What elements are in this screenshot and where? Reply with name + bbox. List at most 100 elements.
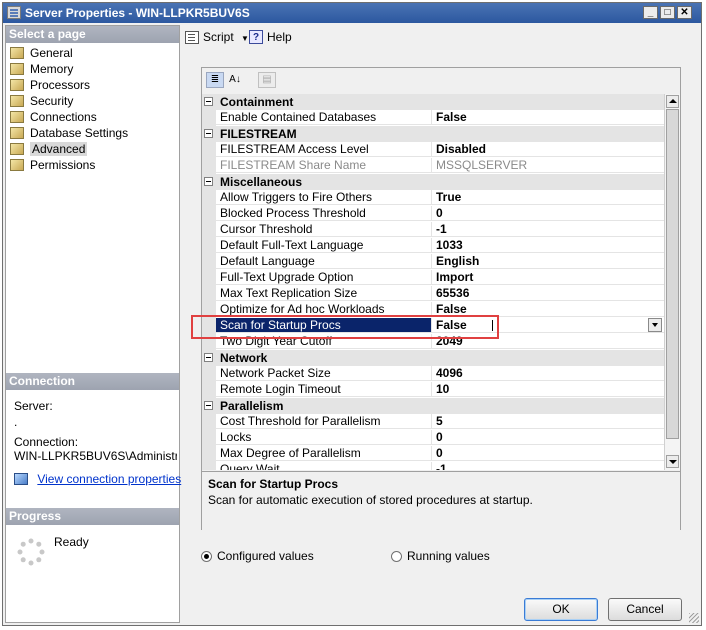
property-row[interactable]: Remote Login Timeout 10 [202, 382, 664, 398]
page-item-permissions[interactable]: Permissions [10, 157, 95, 173]
property-pages-icon[interactable]: ▤ [258, 72, 276, 88]
property-row[interactable]: Network Packet Size 4096 [202, 366, 664, 382]
property-row[interactable]: FILESTREAM Access Level Disabled [202, 142, 664, 158]
page-icon [10, 47, 24, 59]
page-icon [10, 95, 24, 107]
scroll-thumb[interactable] [666, 109, 679, 439]
progress-header: Progress [6, 508, 179, 525]
radio-unselected-icon [391, 551, 402, 562]
page-item-security[interactable]: Security [10, 93, 73, 109]
property-name: Blocked Process Threshold [216, 206, 432, 221]
minimize-button[interactable]: _ [643, 6, 658, 19]
property-value[interactable]: 5 [432, 414, 664, 429]
property-name: Cursor Threshold [216, 222, 432, 237]
property-row[interactable]: Query Wait -1 [202, 462, 664, 470]
property-row[interactable]: Max Degree of Parallelism 0 [202, 446, 664, 462]
property-name: FILESTREAM Access Level [216, 142, 432, 157]
property-value[interactable]: 0 [432, 206, 664, 221]
radio-selected-icon [201, 551, 212, 562]
alphabetical-sort-icon[interactable]: A↓ [226, 72, 244, 88]
collapse-icon[interactable] [204, 129, 213, 138]
progress-spinner-icon [17, 538, 45, 566]
collapse-icon[interactable] [204, 353, 213, 362]
property-value[interactable]: 1033 [432, 238, 664, 253]
property-value[interactable]: 0 [432, 430, 664, 445]
property-value[interactable]: Disabled [432, 142, 664, 157]
property-name: Default Full-Text Language [216, 238, 432, 253]
property-row[interactable]: Allow Triggers to Fire Others True [202, 190, 664, 206]
property-row[interactable]: Full-Text Upgrade Option Import [202, 270, 664, 286]
property-value[interactable]: 65536 [432, 286, 664, 301]
property-value[interactable]: Import [432, 270, 664, 285]
property-grid-scrollbar[interactable] [664, 94, 680, 470]
property-value[interactable]: False [432, 110, 664, 125]
chevron-down-icon: ▼ [241, 34, 249, 43]
server-value: . [14, 415, 18, 429]
property-row[interactable]: Default Language English [202, 254, 664, 270]
collapse-icon[interactable] [204, 401, 213, 410]
script-button[interactable]: Script ▼ [185, 29, 249, 45]
property-value[interactable]: 10 [432, 382, 664, 397]
dropdown-arrow-icon[interactable] [648, 318, 662, 332]
scroll-up-icon[interactable] [666, 95, 679, 108]
toolbar: Script ▼ Help [181, 25, 701, 50]
scroll-down-icon[interactable] [666, 455, 679, 468]
help-button[interactable]: Help [249, 29, 292, 46]
ok-button[interactable]: OK [524, 598, 598, 621]
title-bar[interactable]: Server Properties - WIN-LLPKR5BUV6S _ □ … [3, 3, 701, 23]
category-network[interactable]: Network [202, 350, 664, 366]
page-item-memory[interactable]: Memory [10, 61, 73, 77]
category-containment[interactable]: Containment [202, 94, 664, 110]
description-title: Scan for Startup Procs [208, 477, 339, 491]
property-row[interactable]: FILESTREAM Share Name MSSQLSERVER [202, 158, 664, 174]
property-name: Full-Text Upgrade Option [216, 270, 432, 285]
property-row[interactable]: Cursor Threshold -1 [202, 222, 664, 238]
property-value[interactable]: 0 [432, 446, 664, 461]
property-name: Max Text Replication Size [216, 286, 432, 301]
page-item-general[interactable]: General [10, 45, 73, 61]
view-connection-row: View connection properties [14, 472, 181, 486]
page-item-advanced[interactable]: Advanced [10, 141, 88, 157]
close-button[interactable]: ✕ [677, 6, 692, 19]
property-row[interactable]: Cost Threshold for Parallelism 5 [202, 414, 664, 430]
annotation-highlight-box [191, 315, 499, 339]
collapse-icon[interactable] [204, 97, 213, 106]
page-icon [10, 127, 24, 139]
page-item-database-settings[interactable]: Database Settings [10, 125, 128, 141]
property-value[interactable]: MSSQLSERVER [432, 158, 664, 173]
category-filestream[interactable]: FILESTREAM [202, 126, 664, 142]
help-icon [249, 30, 263, 46]
property-name: Cost Threshold for Parallelism [216, 414, 432, 429]
description-text: Scan for automatic execution of stored p… [208, 493, 533, 507]
category-parallelism[interactable]: Parallelism [202, 398, 664, 414]
category-miscellaneous[interactable]: Miscellaneous [202, 174, 664, 190]
cancel-button[interactable]: Cancel [608, 598, 682, 621]
maximize-button[interactable]: □ [660, 6, 675, 19]
property-row[interactable]: Locks 0 [202, 430, 664, 446]
running-values-radio[interactable]: Running values [391, 549, 490, 563]
page-item-processors[interactable]: Processors [10, 77, 90, 93]
connection-properties-icon [14, 473, 28, 485]
collapse-icon[interactable] [204, 177, 213, 186]
property-value[interactable]: True [432, 190, 664, 205]
property-value[interactable]: English [432, 254, 664, 269]
page-item-connections[interactable]: Connections [10, 109, 97, 125]
property-grid: Containment Enable Contained Databases Fal… [202, 94, 664, 470]
property-row[interactable]: Enable Contained Databases False [202, 110, 664, 126]
property-row[interactable]: Blocked Process Threshold 0 [202, 206, 664, 222]
property-name: Max Degree of Parallelism [216, 446, 432, 461]
property-name: Query Wait [216, 462, 432, 470]
property-row[interactable]: Max Text Replication Size 65536 [202, 286, 664, 302]
configured-values-radio[interactable]: Configured values [201, 549, 314, 563]
resize-grip-icon[interactable] [689, 613, 699, 623]
categorized-icon[interactable]: ≣ [206, 72, 224, 88]
property-grid-panel: ≣ A↓ ▤ Containment Enable Contained Datab… [201, 67, 681, 530]
view-connection-properties-link[interactable]: View connection properties [37, 472, 181, 486]
property-value[interactable]: 4096 [432, 366, 664, 381]
property-row[interactable]: Default Full-Text Language 1033 [202, 238, 664, 254]
property-value[interactable]: -1 [432, 462, 664, 470]
page-icon [10, 111, 24, 123]
property-value[interactable]: -1 [432, 222, 664, 237]
property-name: Locks [216, 430, 432, 445]
page-icon [10, 143, 24, 155]
